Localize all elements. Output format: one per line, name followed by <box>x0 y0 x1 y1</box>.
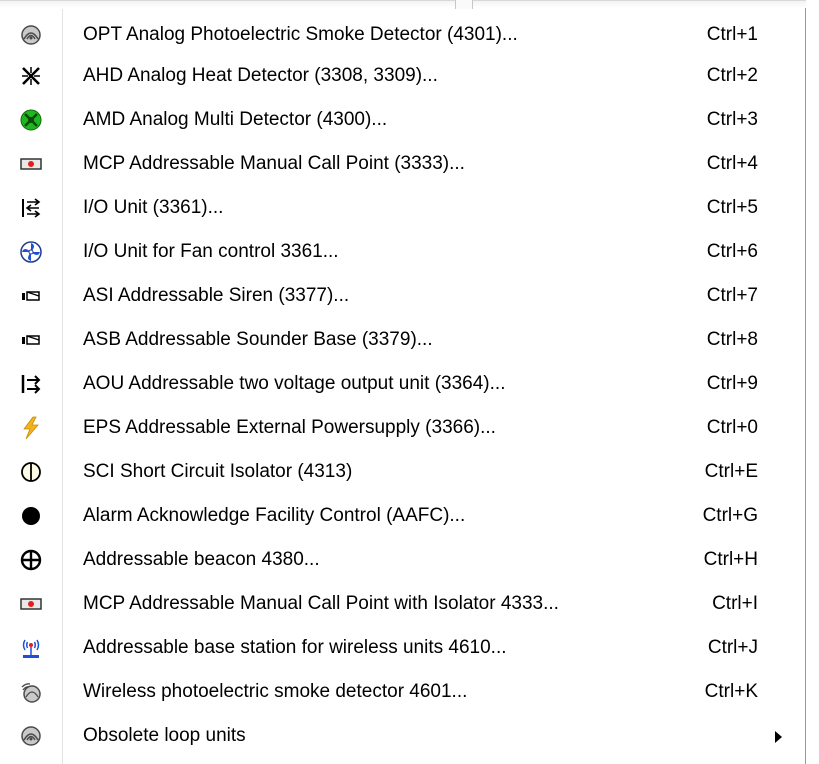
menu-item-asb-sounder-base[interactable]: ASB Addressable Sounder Base (3379)... C… <box>0 320 804 360</box>
menu-item-shortcut: Ctrl+5 <box>706 197 758 218</box>
menu-item-label: AHD Analog Heat Detector (3308, 3309)... <box>83 65 438 86</box>
lightning-icon <box>18 415 44 441</box>
menu-item-aou-output-unit[interactable]: AOU Addressable two voltage output unit … <box>0 364 804 404</box>
menu-item-label: OPT Analog Photoelectric Smoke Detector … <box>83 24 518 45</box>
menu-item-label: AMD Analog Multi Detector (4300)... <box>83 109 388 130</box>
menu-item-label: I/O Unit for Fan control 3361... <box>83 241 339 262</box>
menu-item-ahd-heat-detector[interactable]: AHD Analog Heat Detector (3308, 3309)...… <box>0 56 804 96</box>
menu-item-shortcut: Ctrl+K <box>704 681 758 702</box>
menu-item-mcp-manual-call-point[interactable]: MCP Addressable Manual Call Point (3333)… <box>0 144 804 184</box>
menu-item-io-unit[interactable]: I/O Unit (3361)... Ctrl+5 <box>0 188 804 228</box>
menu-item-shortcut: Ctrl+0 <box>706 417 758 438</box>
menu-item-label: MCP Addressable Manual Call Point with I… <box>83 593 559 614</box>
menu-item-label: I/O Unit (3361)... <box>83 197 224 218</box>
submenu-arrow-icon <box>775 731 782 743</box>
menu-item-shortcut: Ctrl+G <box>702 505 758 526</box>
menu-item-addressable-beacon[interactable]: Addressable beacon 4380... Ctrl+H <box>0 540 804 580</box>
sounder-base-icon <box>18 327 44 353</box>
menu-item-label: ASB Addressable Sounder Base (3379)... <box>83 329 433 350</box>
menu-item-shortcut: Ctrl+3 <box>706 109 758 130</box>
menu-item-obsolete-loop-units[interactable]: Obsolete loop units <box>0 716 804 756</box>
menu-item-label: Alarm Acknowledge Facility Control (AAFC… <box>83 505 466 526</box>
menu-item-shortcut: Ctrl+E <box>704 461 758 482</box>
menu-item-label: EPS Addressable External Powersupply (33… <box>83 417 496 438</box>
menu-item-label: Addressable beacon 4380... <box>83 549 320 570</box>
menu-top-notch <box>455 0 473 9</box>
io-unit-icon <box>18 195 44 221</box>
heat-detector-icon <box>18 63 44 89</box>
menu-item-shortcut: Ctrl+6 <box>706 241 758 262</box>
wireless-detector-icon <box>18 679 44 705</box>
menu-item-label: ASI Addressable Siren (3377)... <box>83 285 350 306</box>
menu-item-label: Wireless photoelectric smoke detector 46… <box>83 681 468 702</box>
menu-item-aafc[interactable]: Alarm Acknowledge Facility Control (AAFC… <box>0 496 804 536</box>
output-unit-icon <box>18 371 44 397</box>
siren-icon <box>18 283 44 309</box>
menu-item-label: MCP Addressable Manual Call Point (3333)… <box>83 153 465 174</box>
menu-item-shortcut: Ctrl+8 <box>706 329 758 350</box>
manual-call-point-icon <box>18 151 44 177</box>
menu-item-shortcut: Ctrl+J <box>707 637 758 658</box>
menu-item-label: Obsolete loop units <box>83 725 246 746</box>
context-menu: OPT Analog Photoelectric Smoke Detector … <box>0 0 806 764</box>
menu-item-shortcut: Ctrl+1 <box>706 24 758 45</box>
smoke-detector-icon <box>18 22 44 48</box>
menu-item-opt-smoke-detector[interactable]: OPT Analog Photoelectric Smoke Detector … <box>0 15 804 55</box>
menu-item-label: Addressable base station for wireless un… <box>83 637 507 658</box>
beacon-icon <box>18 547 44 573</box>
menu-item-shortcut: Ctrl+7 <box>706 285 758 306</box>
menu-item-sci-isolator[interactable]: SCI Short Circuit Isolator (4313) Ctrl+E <box>0 452 804 492</box>
menu-item-shortcut: Ctrl+9 <box>706 373 758 394</box>
menu-item-shortcut: Ctrl+4 <box>706 153 758 174</box>
fan-control-icon <box>18 239 44 265</box>
smoke-detector-icon <box>18 723 44 749</box>
menu-item-io-unit-fan-control[interactable]: I/O Unit for Fan control 3361... Ctrl+6 <box>0 232 804 272</box>
multi-detector-icon <box>18 107 44 133</box>
menu-item-amd-multi-detector[interactable]: AMD Analog Multi Detector (4300)... Ctrl… <box>0 100 804 140</box>
manual-call-point-icon <box>18 591 44 617</box>
menu-item-shortcut: Ctrl+2 <box>706 65 758 86</box>
menu-item-asi-siren[interactable]: ASI Addressable Siren (3377)... Ctrl+7 <box>0 276 804 316</box>
menu-item-base-station[interactable]: Addressable base station for wireless un… <box>0 628 804 668</box>
black-dot-icon <box>18 503 44 529</box>
menu-item-label: SCI Short Circuit Isolator (4313) <box>83 461 353 482</box>
isolator-icon <box>18 459 44 485</box>
menu-item-wireless-smoke-detector[interactable]: Wireless photoelectric smoke detector 46… <box>0 672 804 712</box>
menu-item-eps-powersupply[interactable]: EPS Addressable External Powersupply (33… <box>0 408 804 448</box>
menu-item-shortcut: Ctrl+H <box>703 549 758 570</box>
menu-item-label: AOU Addressable two voltage output unit … <box>83 373 506 394</box>
base-station-icon <box>18 635 44 661</box>
menu-top-edge <box>0 0 806 8</box>
menu-item-shortcut: Ctrl+I <box>712 593 758 614</box>
menu-item-mcp-with-isolator[interactable]: MCP Addressable Manual Call Point with I… <box>0 584 804 624</box>
